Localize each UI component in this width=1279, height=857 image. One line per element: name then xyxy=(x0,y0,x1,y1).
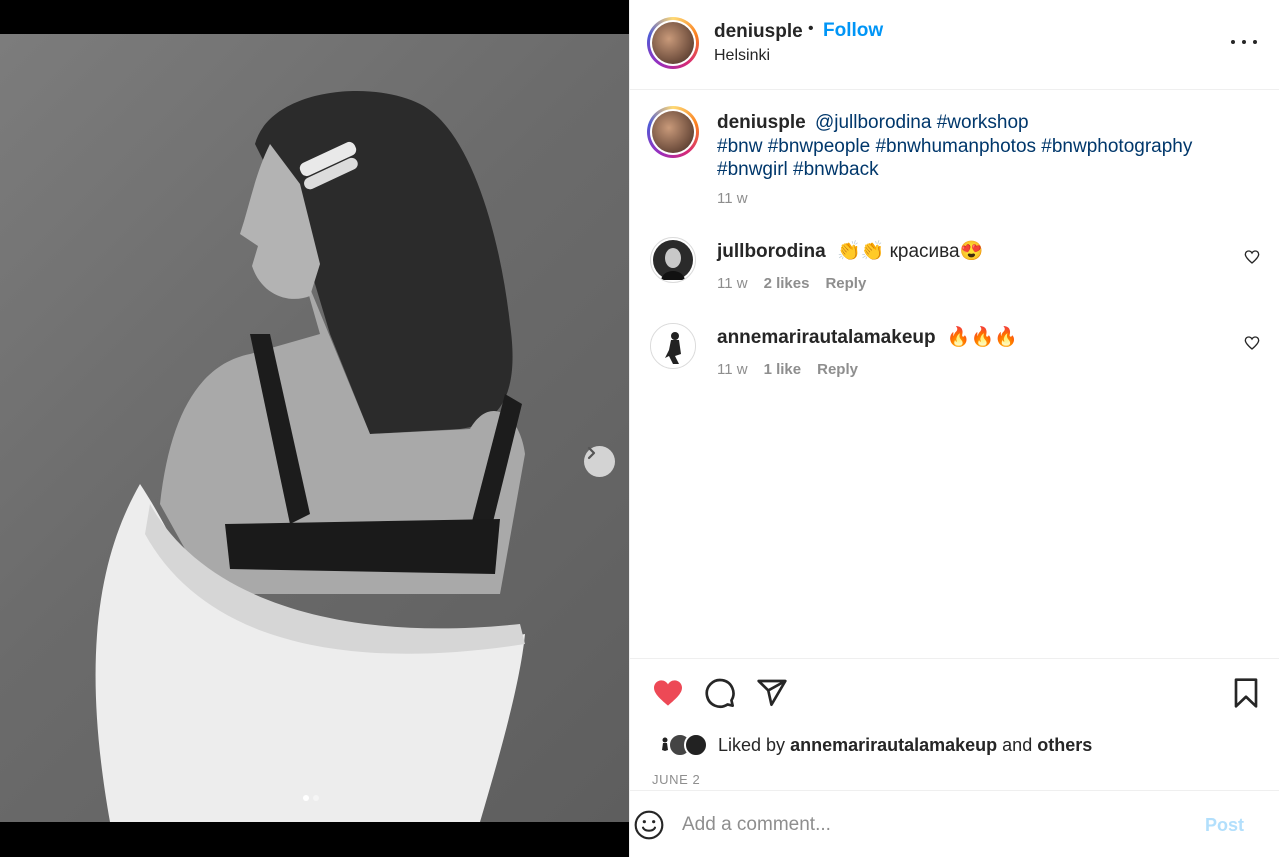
liker-avatar xyxy=(684,733,708,757)
bookmark-icon[interactable] xyxy=(1230,677,1262,709)
chevron-right-icon xyxy=(587,446,596,460)
comment-timestamp[interactable]: 11 w xyxy=(717,275,748,292)
post-comment-button[interactable]: Post xyxy=(1205,815,1244,836)
avatar-photo-icon xyxy=(653,240,693,280)
author-avatar[interactable] xyxy=(647,17,699,69)
caption-hashtag[interactable]: #workshop xyxy=(937,112,1029,133)
comment-icon[interactable] xyxy=(704,677,736,709)
post-header: deniusple • Follow Helsinki xyxy=(630,0,1279,90)
like-comment-heart-icon[interactable] xyxy=(1244,335,1260,351)
author-username[interactable]: deniusple xyxy=(714,21,803,43)
caption-text: deniusple @jullborodina #workshop #bnw #… xyxy=(717,111,1217,182)
comment-item: annemarirautalamakeup 🔥🔥🔥 11 w 1 like Re… xyxy=(630,323,1279,403)
more-icon-dot xyxy=(1242,40,1246,44)
liked-by-user[interactable]: annemarirautalamakeup xyxy=(790,735,997,756)
caption-username[interactable]: deniusple xyxy=(717,112,806,133)
caption-author-avatar[interactable] xyxy=(647,106,699,158)
comment-username[interactable]: jullborodina xyxy=(717,241,826,262)
post-details-panel: deniusple • Follow Helsinki deniusple @j… xyxy=(629,0,1279,857)
follow-button[interactable]: Follow xyxy=(823,20,883,42)
like-comment-heart-icon[interactable] xyxy=(1244,249,1260,265)
comment-body: annemarirautalamakeup 🔥🔥🔥 xyxy=(717,325,1018,349)
liker-avatars[interactable] xyxy=(652,733,708,757)
bw-portrait-photo xyxy=(95,91,526,822)
caption-timestamp[interactable]: 11 w xyxy=(717,190,748,207)
avatar-photo-icon xyxy=(651,324,695,368)
comment-meta: 11 w 2 likes Reply xyxy=(717,275,866,292)
next-photo-button[interactable] xyxy=(584,446,615,477)
comment-timestamp[interactable]: 11 w xyxy=(717,361,748,378)
liked-by-others[interactable]: others xyxy=(1037,735,1092,756)
carousel-dot-active xyxy=(303,795,309,801)
comment-username[interactable]: annemarirautalamakeup xyxy=(717,327,936,348)
liked-by-prefix: Liked by xyxy=(718,734,786,755)
comment-input[interactable] xyxy=(682,811,1182,839)
heart-filled-icon[interactable] xyxy=(651,677,685,709)
post-date[interactable]: JUNE 2 xyxy=(652,772,700,787)
reply-button[interactable]: Reply xyxy=(817,361,858,378)
comment-meta: 11 w 1 like Reply xyxy=(717,361,858,378)
more-icon-dot xyxy=(1253,40,1257,44)
comment-likes[interactable]: 1 like xyxy=(764,361,802,378)
post-location[interactable]: Helsinki xyxy=(714,47,770,65)
comment-text: 🔥🔥🔥 xyxy=(946,327,1018,348)
add-comment-bar: Post xyxy=(630,790,1279,857)
post-photo[interactable] xyxy=(0,34,629,822)
emoji-icon[interactable] xyxy=(633,809,665,841)
liked-by-and: and xyxy=(1002,734,1033,755)
carousel-dot xyxy=(313,795,319,801)
separator-dot: • xyxy=(808,20,814,37)
caption-mention[interactable]: @jullborodina xyxy=(815,112,931,133)
comment-item: jullborodina 👏👏 красива😍 11 w 2 likes Re… xyxy=(630,237,1279,317)
more-options-button[interactable] xyxy=(1231,32,1257,52)
reply-button[interactable]: Reply xyxy=(825,275,866,292)
caption-hashtags-line3[interactable]: #bnwgirl #bnwback xyxy=(717,159,879,180)
commenter-avatar[interactable] xyxy=(650,323,696,369)
liked-by-summary: Liked by annemarirautalamakeup and other… xyxy=(652,733,1092,757)
share-icon[interactable] xyxy=(756,677,788,709)
caption-hashtags-line2[interactable]: #bnw #bnwpeople #bnwhumanphotos #bnwphot… xyxy=(717,136,1192,157)
comment-text: 👏👏 красива😍 xyxy=(837,241,984,262)
post-media xyxy=(0,0,629,857)
commenter-avatar[interactable] xyxy=(650,237,696,283)
comment-body: jullborodina 👏👏 красива😍 xyxy=(717,239,983,263)
carousel-indicator xyxy=(303,795,319,801)
post-actions: Liked by annemarirautalamakeup and other… xyxy=(630,658,1279,790)
more-icon-dot xyxy=(1231,40,1235,44)
comment-likes[interactable]: 2 likes xyxy=(764,275,810,292)
